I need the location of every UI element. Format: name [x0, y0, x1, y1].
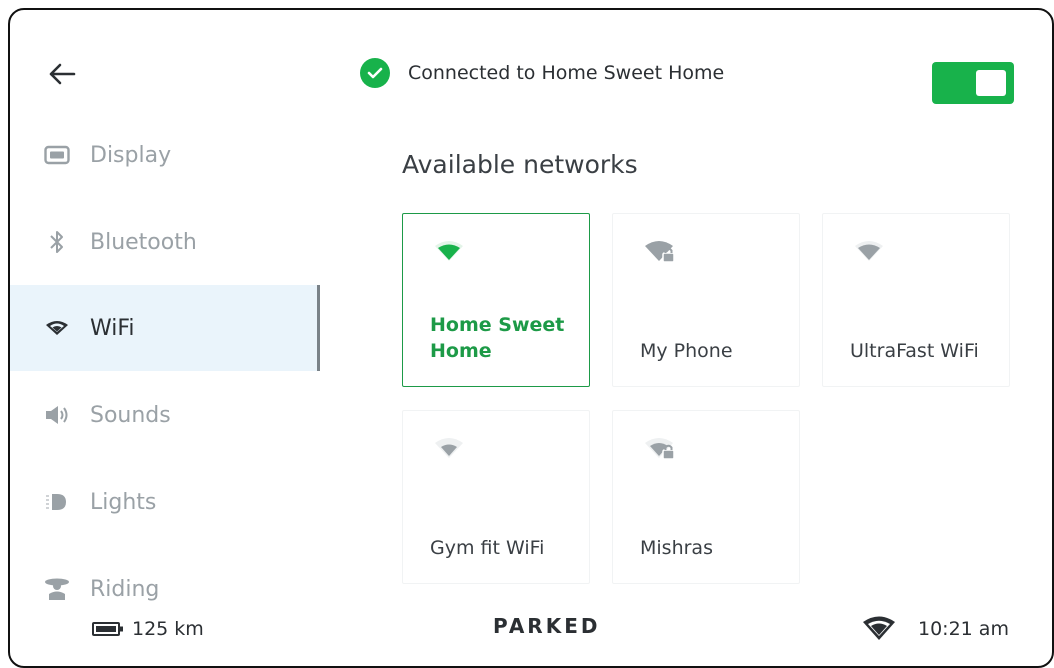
- wifi-signal-icon: [433, 437, 465, 463]
- network-card-home-sweet-home[interactable]: Home Sweet Home: [402, 213, 590, 387]
- rider-icon: [42, 576, 72, 602]
- display-icon: [42, 145, 72, 165]
- wifi-signal-icon: [433, 240, 465, 266]
- sidebar-item-sounds[interactable]: Sounds: [10, 372, 320, 458]
- battery-range: 125 km: [92, 618, 204, 640]
- wifi-lock-icon: [643, 437, 677, 467]
- speaker-icon: [42, 404, 72, 426]
- network-card-gym-fit-wifi[interactable]: Gym fit WiFi: [402, 410, 590, 584]
- sidebar-item-label: Riding: [90, 576, 160, 602]
- section-title: Available networks: [402, 150, 638, 179]
- network-name: Gym fit WiFi: [430, 537, 545, 559]
- settings-screen: Display Bluetooth WiFi Sounds Lights Rid…: [8, 8, 1054, 668]
- sidebar-item-label: Bluetooth: [90, 229, 197, 255]
- network-name: Mishras: [640, 537, 713, 559]
- wifi-status-icon: [862, 615, 896, 645]
- sidebar-item-label: Lights: [90, 489, 157, 515]
- ride-state: PARKED: [493, 614, 601, 638]
- check-circle-icon: [360, 58, 390, 88]
- back-button[interactable]: [44, 56, 80, 92]
- headlight-icon: [42, 491, 72, 513]
- toggle-knob: [976, 70, 1006, 96]
- network-name: UltraFast WiFi: [850, 340, 979, 362]
- clock: 10:21 am: [918, 618, 1009, 640]
- range-text: 125 km: [132, 618, 204, 640]
- connection-status: Connected to Home Sweet Home: [360, 58, 724, 88]
- back-arrow-icon: [49, 63, 76, 85]
- network-name: Home Sweet Home: [430, 314, 565, 362]
- battery-icon: [92, 622, 123, 636]
- wifi-lock-icon: [643, 240, 677, 270]
- wifi-icon: [42, 320, 72, 336]
- sidebar-item-lights[interactable]: Lights: [10, 459, 320, 545]
- network-card-mishras[interactable]: Mishras: [612, 410, 800, 584]
- wifi-toggle[interactable]: [932, 62, 1014, 104]
- network-card-my-phone[interactable]: My Phone: [612, 213, 800, 387]
- bluetooth-icon: [42, 229, 72, 255]
- sidebar-item-label: Sounds: [90, 402, 171, 428]
- sidebar-item-wifi[interactable]: WiFi: [10, 285, 320, 371]
- network-name: My Phone: [640, 340, 733, 362]
- sidebar-item-display[interactable]: Display: [10, 112, 320, 198]
- wifi-signal-icon: [853, 240, 885, 266]
- network-card-ultrafast-wifi[interactable]: UltraFast WiFi: [822, 213, 1010, 387]
- sidebar-item-bluetooth[interactable]: Bluetooth: [10, 199, 320, 285]
- sidebar-item-label: WiFi: [90, 315, 135, 341]
- sidebar-item-label: Display: [90, 142, 172, 168]
- status-text: Connected to Home Sweet Home: [408, 62, 725, 84]
